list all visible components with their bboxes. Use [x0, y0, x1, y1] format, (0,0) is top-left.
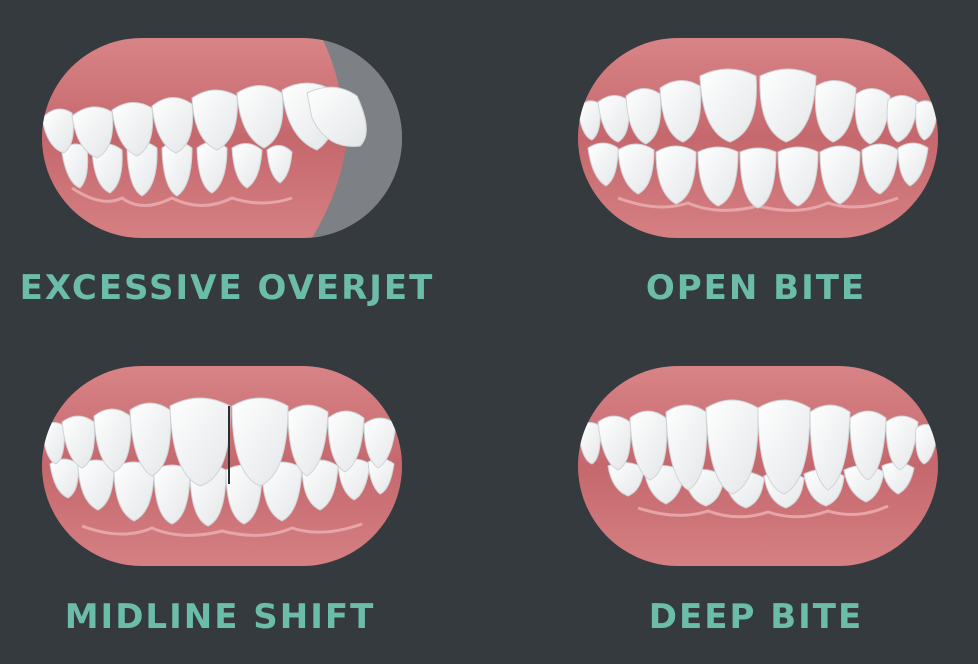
open-bite-label: OPEN BITE [645, 268, 867, 308]
open-bite-teeth-illustration-icon [578, 38, 938, 238]
excessive-overjet-image [42, 38, 402, 238]
deep-bite-image [578, 366, 938, 566]
deep-bite-label: DEEP BITE [648, 597, 864, 637]
deep-bite-teeth-illustration-icon [578, 366, 938, 566]
open-bite-image [578, 38, 938, 238]
excessive-overjet-teeth-illustration-icon [42, 38, 402, 238]
midline-shift-image [42, 366, 402, 566]
excessive-overjet-label: EXCESSIVE OVERJET [19, 268, 435, 308]
midline-shift-label: MIDLINE SHIFT [64, 597, 376, 637]
midline-shift-teeth-illustration-icon [42, 366, 402, 566]
